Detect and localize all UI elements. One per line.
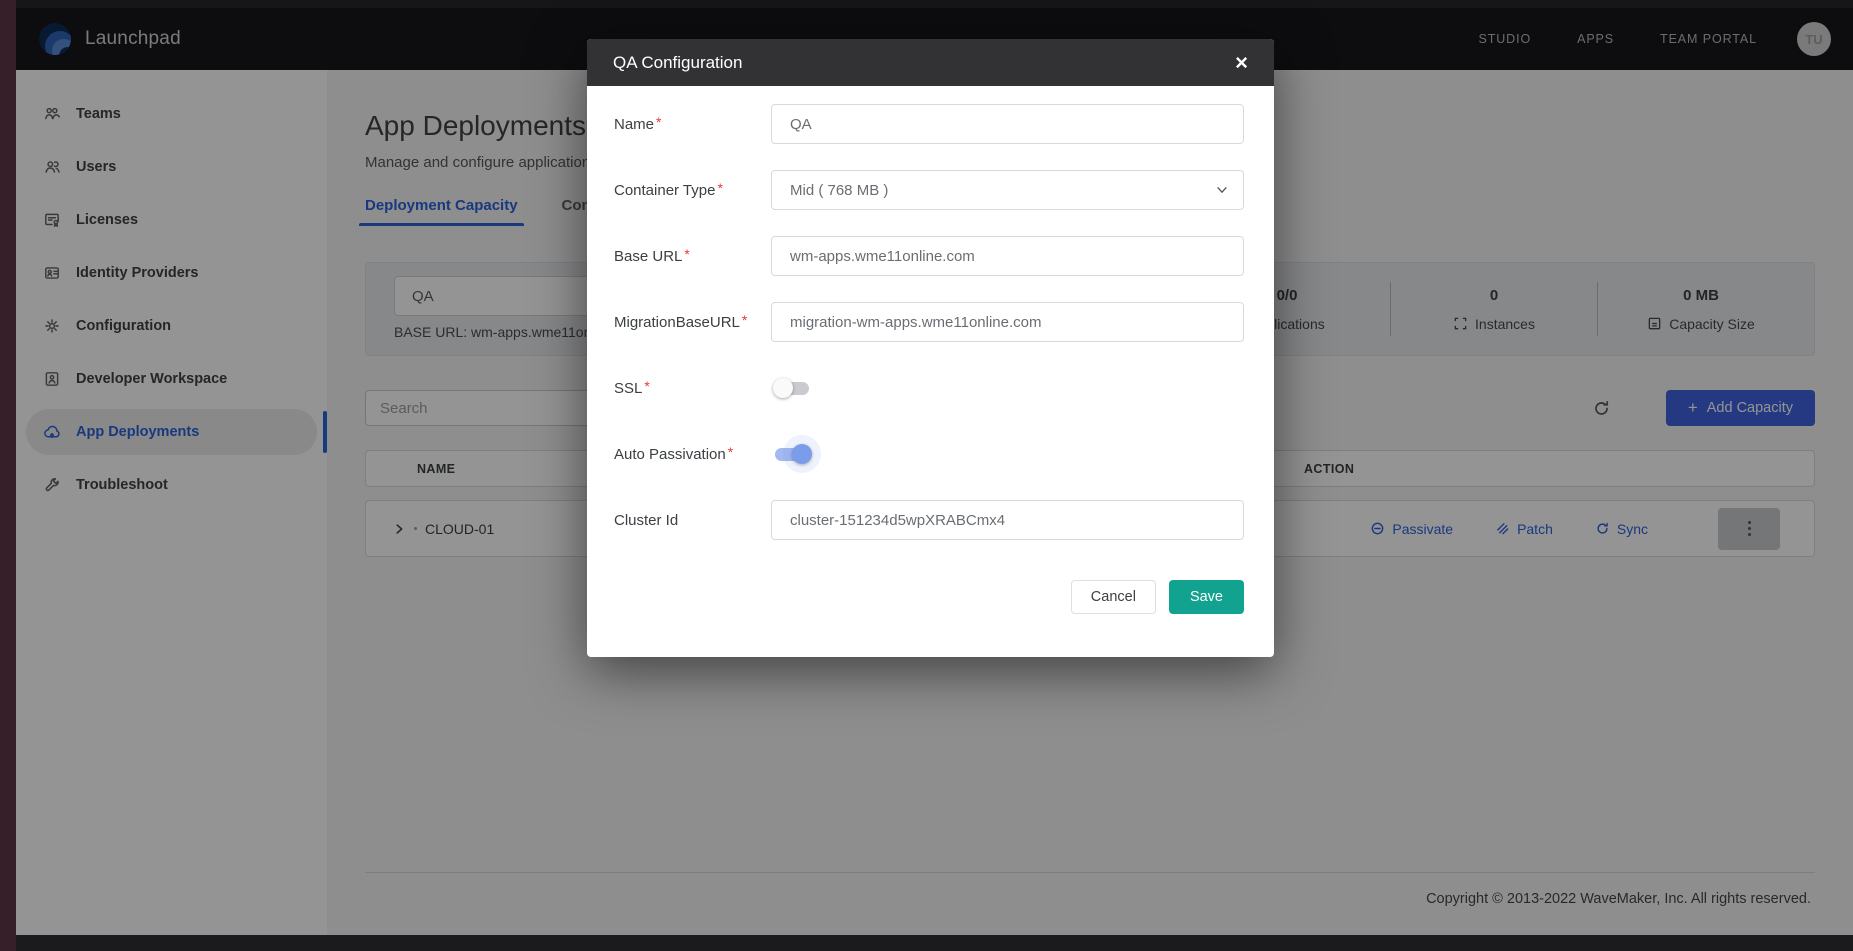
- save-button[interactable]: Save: [1169, 580, 1244, 614]
- required-asterisk: *: [717, 180, 722, 196]
- required-asterisk: *: [656, 114, 661, 130]
- ssl-label: SSL*: [614, 380, 771, 397]
- migration-base-url-input[interactable]: [771, 302, 1244, 342]
- base-url-label: Base URL*: [614, 248, 771, 265]
- chevron-down-icon: [1215, 183, 1229, 197]
- required-asterisk: *: [728, 444, 733, 460]
- auto-passivation-toggle[interactable]: [775, 448, 809, 461]
- cluster-id-field-row: Cluster Id: [614, 500, 1244, 540]
- modal-title: QA Configuration: [613, 53, 742, 73]
- modal-header: QA Configuration ×: [587, 39, 1274, 86]
- modal-actions: Cancel Save: [614, 580, 1244, 614]
- base-url-field-row: Base URL*: [614, 236, 1244, 276]
- cluster-id-input[interactable]: [771, 500, 1244, 540]
- container-type-field-row: Container Type* Mid ( 768 MB ): [614, 170, 1244, 210]
- container-type-label: Container Type*: [614, 182, 771, 199]
- qa-configuration-modal: QA Configuration × Name* Container Type*…: [587, 39, 1274, 657]
- migration-base-url-field-row: MigrationBaseURL*: [614, 302, 1244, 342]
- required-asterisk: *: [644, 378, 649, 394]
- name-input[interactable]: [771, 104, 1244, 144]
- modal-body: Name* Container Type* Mid ( 768 MB ) Bas…: [587, 86, 1274, 614]
- base-url-input[interactable]: [771, 236, 1244, 276]
- auto-passivation-field-row: Auto Passivation*: [614, 434, 1244, 474]
- container-type-value: Mid ( 768 MB ): [790, 182, 888, 199]
- name-field-row: Name*: [614, 104, 1244, 144]
- screen: Launchpad STUDIO APPS TEAM PORTAL TU Tea…: [0, 0, 1853, 951]
- cluster-id-label: Cluster Id: [614, 512, 771, 529]
- migration-base-url-label: MigrationBaseURL*: [614, 314, 771, 331]
- toggle-knob: [773, 378, 793, 398]
- required-asterisk: *: [684, 246, 689, 262]
- ssl-toggle[interactable]: [775, 382, 809, 395]
- toggle-knob: [792, 444, 812, 464]
- required-asterisk: *: [742, 312, 747, 328]
- ssl-field-row: SSL*: [614, 368, 1244, 408]
- name-label: Name*: [614, 116, 771, 133]
- close-icon[interactable]: ×: [1235, 52, 1248, 74]
- container-type-select[interactable]: Mid ( 768 MB ): [771, 170, 1244, 210]
- cancel-button[interactable]: Cancel: [1071, 580, 1156, 614]
- auto-passivation-label: Auto Passivation*: [614, 446, 771, 463]
